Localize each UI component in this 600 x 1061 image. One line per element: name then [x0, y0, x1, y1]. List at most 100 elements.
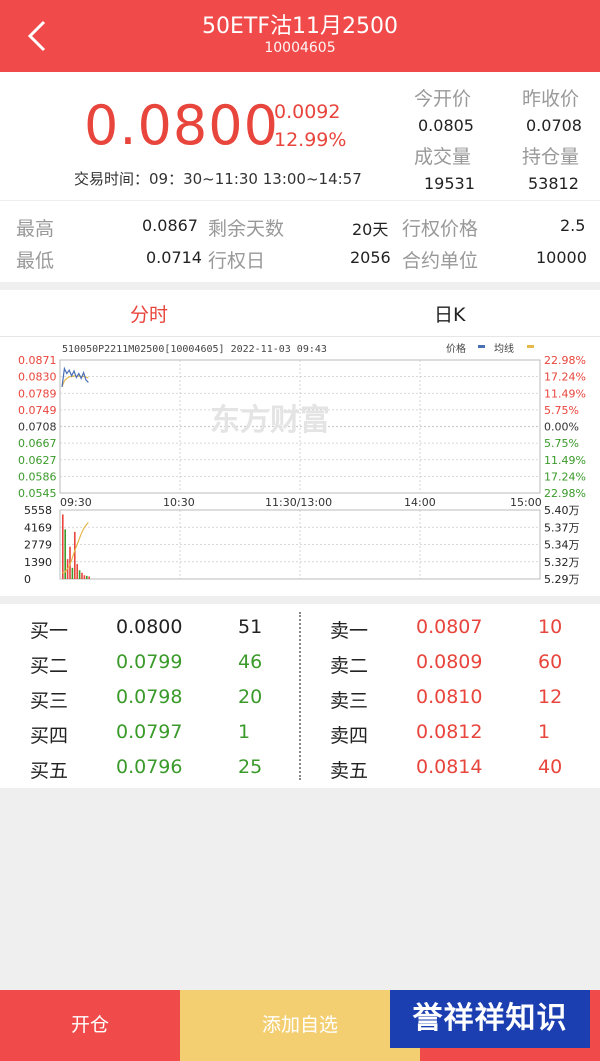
bid-price: 0.0799 — [116, 651, 183, 673]
ask-quantity: 40 — [538, 756, 563, 778]
volume-label: 成交量 — [414, 146, 472, 168]
y-right-tick: 5.75% — [544, 404, 579, 417]
y-right-tick: 22.98% — [544, 487, 586, 500]
trading-hours: 交易时间：09：30~11:30 13:00~14:57 — [74, 170, 362, 188]
avg-line — [61, 375, 89, 388]
quote-panel: 0.0800 0.0092 12.99% 交易时间：09：30~11:30 13… — [0, 72, 600, 282]
ask-quantity: 12 — [538, 686, 563, 708]
chart-watermark: 东方财富 — [210, 403, 330, 438]
bid-quantity: 46 — [238, 651, 263, 673]
bid-level-label: 买一 — [30, 620, 69, 642]
volume-bar — [83, 575, 86, 579]
ask-quantity: 60 — [538, 651, 563, 673]
bid-level-label: 买五 — [30, 760, 69, 782]
x-tick: 09:30 — [60, 496, 92, 509]
header: 50ETF沽11月2500 10004605 — [0, 0, 600, 72]
ask-level-label: 卖一 — [330, 620, 369, 642]
add-watchlist-button[interactable]: 添加自选 — [180, 990, 420, 1061]
ask-price: 0.0807 — [416, 616, 483, 638]
volume-bar — [78, 570, 81, 579]
y-right-tick: 0.00% — [544, 421, 579, 434]
open-interest-value: 53812 — [528, 174, 579, 193]
exercise-date-value: 2056 — [350, 248, 391, 267]
days-left-label: 剩余天数 — [208, 218, 285, 240]
chart-panel: 分时 日K 510050P2211M02500[10004605] 2022-1… — [0, 290, 600, 596]
tab-intraday[interactable]: 分时 — [130, 300, 168, 327]
volume-bar — [81, 572, 83, 579]
bid-quantity: 51 — [238, 616, 263, 638]
bid-price: 0.0800 — [116, 616, 183, 638]
exercise-date-label: 行权日 — [208, 250, 266, 272]
bid-level-label: 买四 — [30, 725, 69, 747]
days-left-value: 20天 — [352, 220, 389, 239]
bid-quantity: 1 — [238, 721, 251, 743]
strike-value: 2.5 — [560, 216, 586, 235]
bid-price: 0.0798 — [116, 686, 183, 708]
prev-close-label: 昨收价 — [522, 88, 580, 110]
y-left-tick: 0.0627 — [18, 454, 57, 467]
prev-close-value: 0.0708 — [526, 116, 582, 135]
y-right-tick: 5.75% — [544, 437, 579, 450]
volume-left-tick: 5558 — [24, 504, 52, 517]
volume-right-tick: 5.40万 — [544, 504, 580, 517]
volume-value: 19531 — [424, 174, 475, 193]
x-tick: 15:00 — [510, 496, 542, 509]
ask-level-label: 卖五 — [330, 760, 369, 782]
change-value: 0.0092 — [274, 101, 341, 123]
y-left-tick: 0.0708 — [18, 421, 57, 434]
chart-header-text: 510050P2211M02500[10004605] 2022-11-03 0… — [62, 344, 327, 355]
ask-level-label: 卖三 — [330, 690, 369, 712]
volume-left-tick: 0 — [24, 573, 31, 586]
strike-label: 行权价格 — [402, 218, 479, 240]
open-value: 0.0805 — [418, 116, 474, 135]
x-tick: 10:30 — [163, 496, 195, 509]
volume-left-tick: 4169 — [24, 521, 52, 534]
x-tick: 11:30/13:00 — [265, 496, 332, 509]
y-left-tick: 0.0667 — [18, 437, 57, 450]
contract-code: 10004605 — [264, 40, 336, 56]
corner-watermark: 誉祥祥知识 — [390, 990, 590, 1048]
change-percent: 12.99% — [274, 129, 347, 151]
y-right-tick: 22.98% — [544, 354, 586, 367]
page-title: 50ETF沽11月2500 — [202, 14, 398, 39]
volume-bar — [76, 564, 78, 579]
intraday-chart: 510050P2211M02500[10004605] 2022-11-03 0… — [18, 342, 586, 586]
book-divider — [299, 612, 301, 780]
x-tick: 14:00 — [404, 496, 436, 509]
bid-price: 0.0796 — [116, 756, 183, 778]
price-change: 0.0092 12.99% — [274, 98, 346, 154]
bid-quantity: 20 — [238, 686, 263, 708]
volume-bar — [62, 514, 64, 579]
ask-level-label: 卖二 — [330, 655, 369, 677]
high-value: 0.0867 — [142, 216, 198, 235]
unit-label: 合约单位 — [402, 250, 479, 272]
legend-price-swatch — [478, 345, 485, 348]
bid-level-label: 买三 — [30, 690, 69, 712]
low-label: 最低 — [16, 250, 55, 272]
unit-value: 10000 — [536, 248, 587, 267]
ask-price: 0.0812 — [416, 721, 483, 743]
y-left-tick: 0.0545 — [18, 487, 57, 500]
y-right-tick: 11.49% — [544, 454, 586, 467]
bid-quantity: 25 — [238, 756, 263, 778]
volume-bar — [86, 575, 88, 579]
open-interest-label: 持仓量 — [522, 146, 580, 168]
tab-daily-k[interactable]: 日K — [434, 300, 465, 327]
y-left-tick: 0.0871 — [18, 354, 57, 367]
volume-right-tick: 5.29万 — [544, 573, 580, 586]
volume-bar — [88, 576, 90, 579]
last-price: 0.0800 — [84, 94, 279, 157]
bid-price: 0.0797 — [116, 721, 183, 743]
divider — [0, 200, 600, 201]
open-label: 今开价 — [414, 88, 472, 110]
bid-level-label: 买二 — [30, 655, 69, 677]
price-line — [61, 366, 89, 387]
open-position-button[interactable]: 开仓 — [0, 990, 180, 1061]
y-left-tick: 0.0830 — [18, 371, 57, 384]
volume-right-tick: 5.37万 — [544, 521, 580, 534]
ask-price: 0.0814 — [416, 756, 483, 778]
ask-quantity: 10 — [538, 616, 563, 638]
ask-price: 0.0810 — [416, 686, 483, 708]
legend-price-label: 价格 — [446, 342, 466, 355]
order-book: 买一 0.0800 51 买二 0.0799 46 买三 0.0798 20 买四 0.0797 1 买… — [0, 604, 600, 788]
